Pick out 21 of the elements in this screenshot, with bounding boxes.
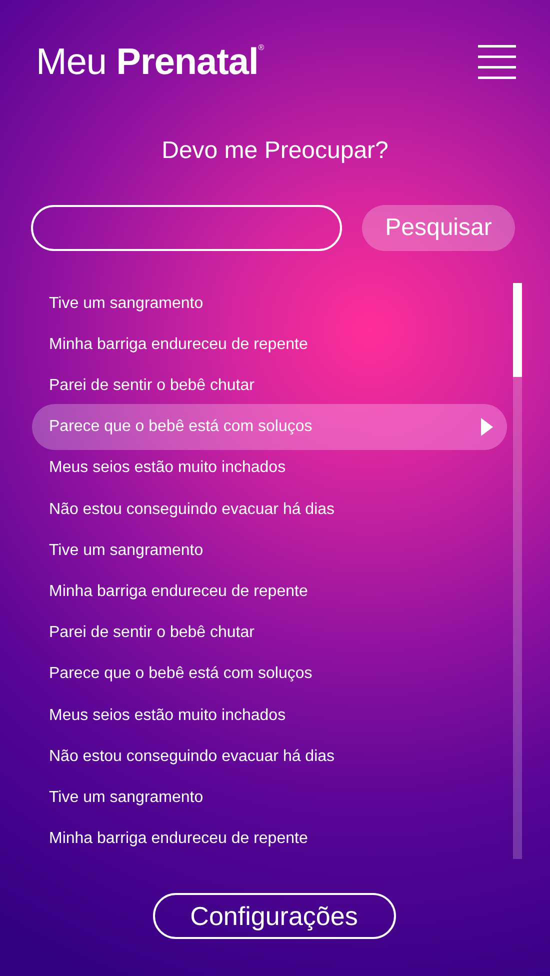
list-item[interactable]: Meus seios estão muito inchados — [32, 694, 507, 736]
list-item[interactable]: Minha barriga endureceu de repente — [32, 324, 507, 366]
page-title: Devo me Preocupar? — [160, 137, 390, 166]
list-item[interactable]: Tive um sangramento — [32, 283, 507, 324]
list-item[interactable]: Parei de sentir o bebê chutar — [32, 365, 507, 407]
list-item[interactable]: Parei de sentir o bebê chutar — [32, 612, 507, 654]
list-item[interactable]: Parece que o bebê está com soluços — [32, 654, 507, 695]
settings-button[interactable]: Configurações — [152, 893, 396, 939]
search-field[interactable] — [31, 205, 342, 251]
menu-icon[interactable] — [478, 45, 516, 79]
list-item[interactable]: Tive um sangramento — [32, 777, 507, 818]
list-item[interactable]: Minha barriga endureceu de repente — [32, 571, 507, 613]
play-arrow-icon — [481, 418, 493, 436]
list-item[interactable]: Não estou conseguindo evacuar há dias — [32, 736, 507, 778]
list-item[interactable]: Meus seios estão muito inchados — [32, 448, 507, 489]
list-item[interactable]: Tive um sangramento — [32, 530, 507, 572]
list-item[interactable]: Não estou conseguindo evacuar há dias — [32, 488, 507, 530]
list-item[interactable]: Minha barriga endureceu de repente — [32, 818, 507, 860]
scrollbar[interactable] — [513, 283, 522, 859]
app-logo: Meu Prenatal$^{®}$ — [36, 41, 264, 83]
list-item[interactable]: Parece que o bebê está com soluços — [32, 404, 507, 450]
